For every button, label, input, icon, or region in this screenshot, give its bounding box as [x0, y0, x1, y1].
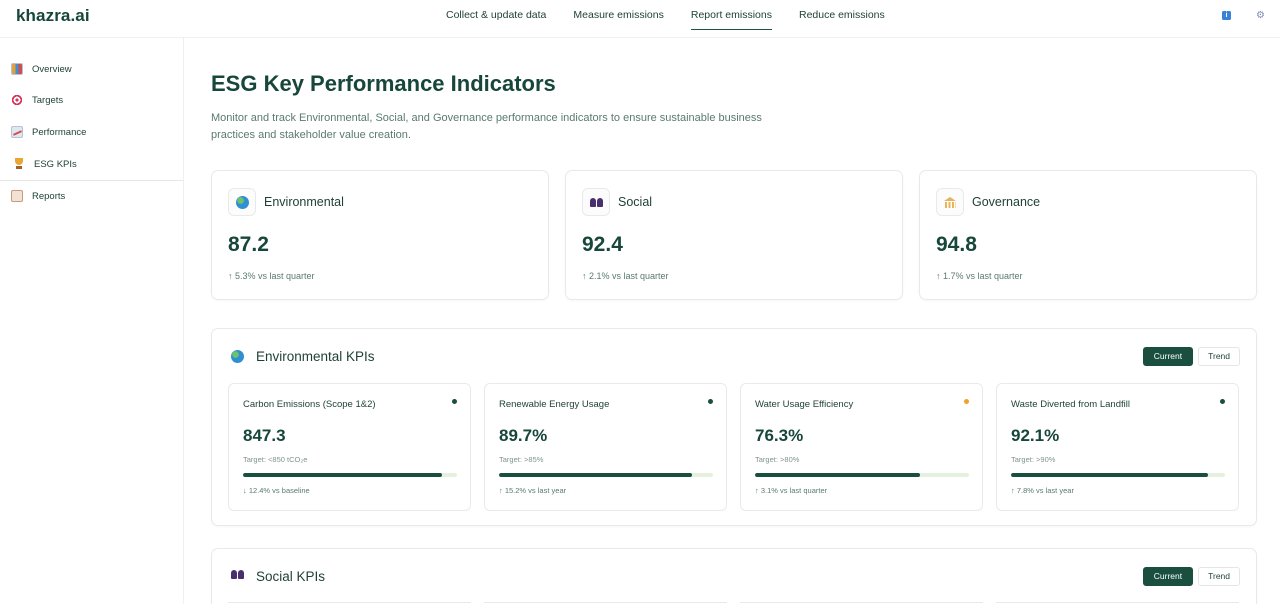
kpi-value: 89.7%: [499, 426, 548, 445]
card-change: ↑ 2.1% vs last quarter: [582, 271, 669, 281]
people-icon: [582, 188, 610, 216]
kpi-target: Target: >85%: [499, 455, 544, 464]
main-content: ESG Key Performance Indicators Monitor a…: [184, 38, 1280, 604]
sidebar-item-label: Targets: [32, 94, 64, 106]
card-change: ↑ 5.3% vs last quarter: [228, 271, 315, 281]
top-bar: khazra.ai Collect & update data Measure …: [0, 0, 1280, 38]
kpi-title: Water Usage Efficiency: [755, 399, 854, 410]
social-kpis-section: Social KPIs Current Trend: [211, 548, 1257, 604]
current-view-button[interactable]: Current: [1142, 347, 1194, 366]
chart-icon: [11, 63, 23, 75]
summary-card-social[interactable]: Social 92.4 ↑ 2.1% vs last quarter: [565, 170, 903, 300]
card-value: 94.8: [936, 233, 977, 256]
trophy-icon: [13, 158, 25, 170]
progress-fill: [243, 473, 443, 477]
app-logo[interactable]: khazra.ai: [16, 6, 90, 26]
temple-icon: [936, 188, 964, 216]
topnav-report-emissions[interactable]: Report emissions: [690, 0, 772, 30]
sidebar-item-reports[interactable]: Reports: [0, 181, 183, 211]
sidebar-item-label: Performance: [32, 126, 87, 138]
sidebar-item-label: Overview: [32, 63, 72, 75]
sidebar-item-targets[interactable]: Targets: [0, 85, 183, 115]
progress-bar: [243, 473, 457, 477]
status-dot: [1220, 399, 1225, 404]
view-toggle: Current Trend: [1142, 567, 1240, 586]
kpi-card-waste-diverted[interactable]: Waste Diverted from Landfill 92.1% Targe…: [996, 383, 1239, 511]
progress-fill: [499, 473, 692, 477]
kpi-card-renewable-energy[interactable]: Renewable Energy Usage 89.7% Target: >85…: [484, 383, 727, 511]
target-icon: [11, 94, 23, 106]
sidebar-item-overview[interactable]: Overview: [0, 54, 183, 84]
kpi-target: Target: <850 tCO₂e: [243, 455, 308, 464]
card-title: Governance: [972, 195, 1041, 209]
gear-icon[interactable]: ⚙: [1256, 11, 1266, 21]
topnav-measure-emissions[interactable]: Measure emissions: [573, 0, 663, 30]
page-title: ESG Key Performance Indicators: [211, 71, 556, 96]
kpi-card-water-usage[interactable]: Water Usage Efficiency 76.3% Target: >80…: [740, 383, 983, 511]
page-description: Monitor and track Environmental, Social,…: [211, 112, 762, 141]
kpi-card-carbon-emissions[interactable]: Carbon Emissions (Scope 1&2) 847.3 Targe…: [228, 383, 471, 511]
kpi-value: 76.3%: [755, 426, 804, 445]
sidebar-item-label: Reports: [32, 190, 66, 202]
globe-icon: [231, 350, 244, 363]
progress-fill: [1011, 473, 1208, 477]
trend-view-button[interactable]: Trend: [1198, 567, 1240, 586]
kpi-value: 92.1%: [1011, 426, 1060, 445]
topnav-reduce-emissions[interactable]: Reduce emissions: [799, 0, 885, 30]
kpi-title: Renewable Energy Usage: [499, 399, 610, 410]
card-change: ↑ 1.7% vs last quarter: [936, 271, 1023, 281]
current-view-button[interactable]: Current: [1142, 567, 1194, 586]
summary-card-environmental[interactable]: Environmental 87.2 ↑ 5.3% vs last quarte…: [211, 170, 549, 300]
kpi-target: Target: >80%: [755, 455, 800, 464]
people-icon: [231, 570, 244, 579]
kpi-change: ↓ 12.4% vs baseline: [243, 486, 310, 495]
card-title: Environmental: [264, 195, 344, 209]
kpi-title: Carbon Emissions (Scope 1&2): [243, 399, 376, 410]
section-title: Social KPIs: [256, 569, 326, 584]
card-value: 92.4: [582, 233, 623, 256]
progress-fill: [755, 473, 920, 477]
card-value: 87.2: [228, 233, 269, 256]
top-nav: Collect & update data Measure emissions …: [446, 0, 912, 38]
trend-view-button[interactable]: Trend: [1198, 347, 1240, 366]
kpi-change: ↑ 15.2% vs last year: [499, 486, 567, 495]
kpi-change: ↑ 7.8% vs last year: [1011, 486, 1074, 495]
summary-card-governance[interactable]: Governance 94.8 ↑ 1.7% vs last quarter: [919, 170, 1257, 300]
environmental-kpis-section: Environmental KPIs Current Trend Carbon …: [211, 328, 1257, 526]
info-icon[interactable]: i: [1222, 11, 1231, 20]
sidebar-item-performance[interactable]: Performance: [0, 117, 183, 147]
card-title: Social: [618, 195, 653, 209]
globe-icon: [228, 188, 256, 216]
clipboard-icon: [11, 190, 23, 202]
sidebar-item-label: ESG KPIs: [34, 158, 77, 170]
progress-bar: [499, 473, 713, 477]
kpi-title: Waste Diverted from Landfill: [1011, 399, 1130, 410]
status-dot: [964, 399, 969, 404]
view-toggle: Current Trend: [1142, 347, 1240, 366]
progress-bar: [1011, 473, 1225, 477]
kpi-change: ↑ 3.1% vs last quarter: [755, 486, 828, 495]
status-dot: [708, 399, 713, 404]
topnav-collect-update-data[interactable]: Collect & update data: [446, 0, 546, 30]
line-chart-icon: [11, 126, 23, 138]
sidebar-item-esg-kpis[interactable]: ESG KPIs: [0, 148, 183, 181]
section-title: Environmental KPIs: [256, 349, 375, 364]
progress-bar: [755, 473, 969, 477]
status-dot: [452, 399, 457, 404]
kpi-value: 847.3: [243, 426, 286, 445]
kpi-target: Target: >90%: [1011, 455, 1056, 464]
sidebar: Overview Targets Performance ESG KPIs Re…: [0, 38, 184, 604]
